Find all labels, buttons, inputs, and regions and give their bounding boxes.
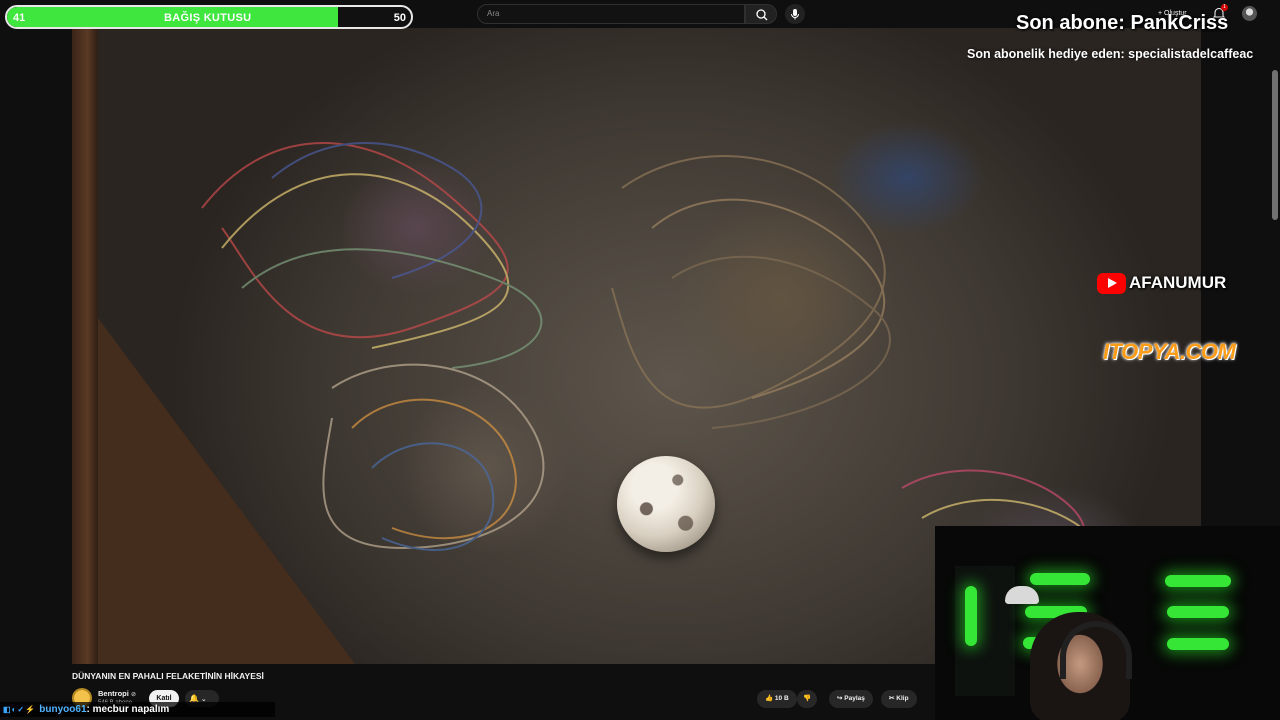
chat-badges-icon: ◧◐✓⚡ (3, 705, 40, 714)
like-icon: 👍 (765, 695, 775, 702)
video-scene-ball (617, 456, 715, 552)
youtube-logo-icon (1097, 272, 1126, 294)
search-button[interactable] (745, 4, 777, 24)
webcam-led-light (1030, 573, 1090, 585)
account-avatar[interactable] (1242, 6, 1257, 21)
verified-icon: ⊘ (130, 692, 136, 698)
mic-icon (791, 9, 799, 20)
dislike-icon: 👎 (803, 695, 812, 702)
channel-name[interactable]: Bentropi ⊘ (98, 689, 136, 698)
share-label: Paylaş (844, 695, 865, 702)
donation-goal-bar: 41 BAĞIŞ KUTUSU 50 (5, 5, 413, 29)
share-button[interactable]: ↪ Paylaş (829, 690, 873, 708)
donation-current: 41 (13, 12, 26, 24)
last-subscriber-text: Son abone: PankCriss (1016, 12, 1229, 34)
last-gift-sub-text: Son abonelik hediye eden: specialistadel… (967, 47, 1254, 61)
donation-goal: 50 (393, 12, 406, 24)
chat-text: : mecbur napalım (86, 704, 170, 715)
channel-name-text: Bentropi (98, 689, 129, 698)
stream-screen: Ara + Oluştur 1 41 BAĞIŞ KUTUSU 50 Son a… (0, 0, 1280, 720)
headset-icon (1060, 621, 1132, 679)
webcam-shelf (955, 566, 1015, 696)
webcam-led-light (1167, 606, 1229, 618)
notification-badge: 1 (1221, 4, 1228, 11)
webcam-lamp (1005, 586, 1039, 604)
chat-username: bunyoo61 (39, 704, 87, 715)
search-placeholder: Ara (487, 9, 500, 18)
video-title: DÜNYANIN EN PAHALI FELAKETİNİN HİKAYESİ (72, 671, 264, 681)
webcam-feed (935, 526, 1280, 720)
clip-button[interactable]: ✂ Klip (881, 690, 917, 708)
like-count: 10 B (774, 695, 789, 702)
clip-label: Klip (896, 695, 909, 702)
dislike-button[interactable]: 👎 (797, 690, 818, 708)
voice-search-button[interactable] (785, 4, 805, 24)
search-icon (756, 9, 768, 21)
youtube-channel-name: AFANUMUR (1129, 273, 1227, 292)
webcam-led-light (1165, 575, 1231, 587)
sponsor-logo: ITOPYA.COM (1103, 339, 1236, 364)
youtube-watermark: AFANUMUR (1097, 272, 1226, 294)
donation-title: BAĞIŞ KUTUSU (164, 12, 252, 24)
like-button[interactable]: 👍 10 B (757, 690, 797, 708)
chat-message: ◧◐✓⚡ bunyoo61: mecbur napalım (0, 702, 275, 717)
webcam-led-light (965, 586, 977, 646)
webcam-led-light (1167, 638, 1229, 650)
page-scrollbar[interactable] (1272, 70, 1278, 220)
search-input[interactable]: Ara (477, 4, 745, 24)
